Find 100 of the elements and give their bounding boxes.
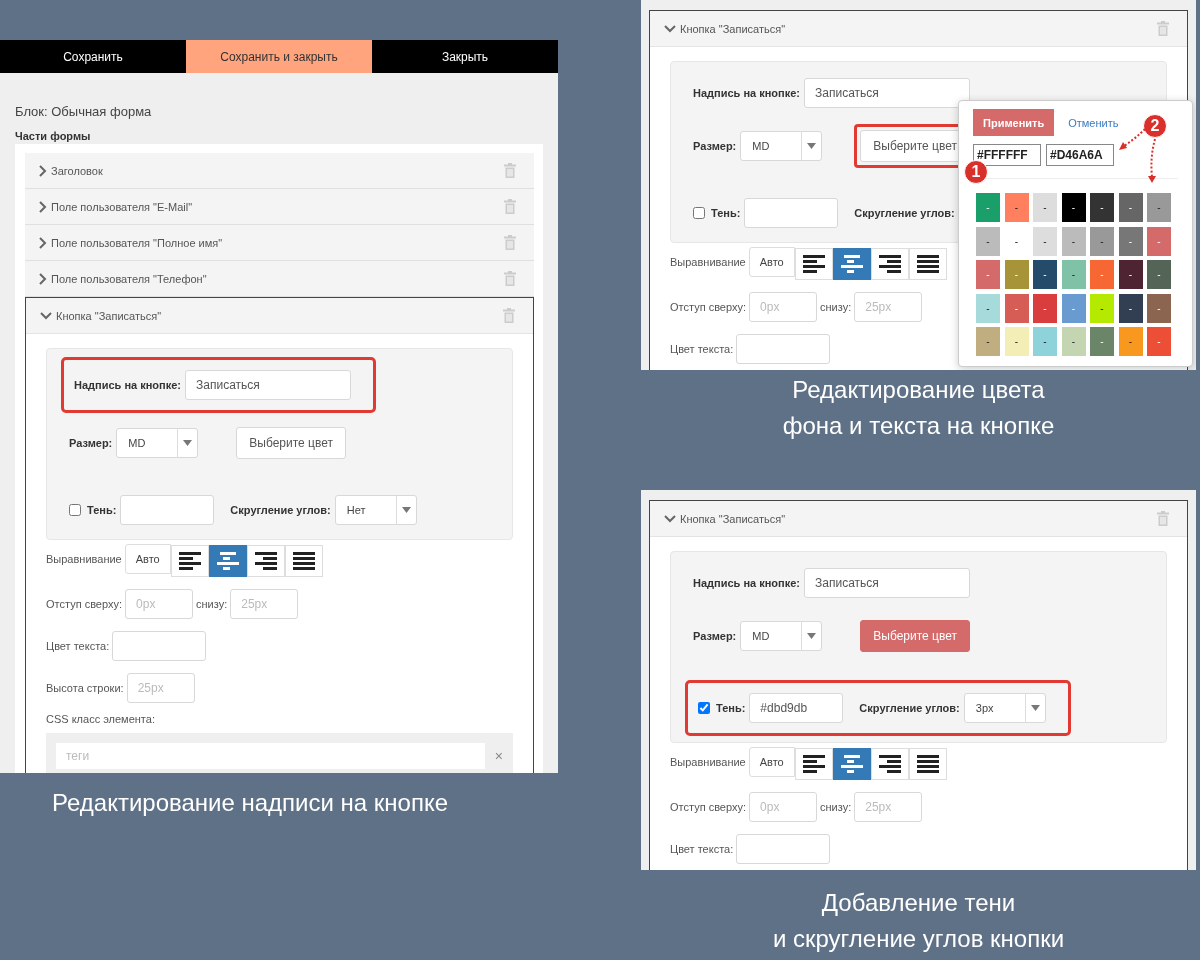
top-margin-field[interactable]: 0px	[749, 292, 818, 322]
align-justify-button[interactable]	[284, 545, 323, 577]
text-color-field[interactable]	[112, 631, 207, 661]
align-left-icon[interactable]	[802, 255, 825, 273]
color-swatch[interactable]: -	[976, 226, 1000, 256]
shadow-field[interactable]	[120, 495, 215, 525]
align-center-button[interactable]	[832, 248, 871, 280]
corner-radius-select[interactable]: Нет	[334, 495, 417, 525]
align-center-icon[interactable]	[216, 552, 239, 570]
field-label: Тень:	[711, 207, 741, 219]
color-swatch[interactable]: -	[1061, 226, 1086, 256]
section-title: Поле пользователя "Полное имя"	[51, 236, 224, 249]
color-swatch[interactable]: -	[1004, 293, 1029, 323]
tags-field[interactable]: теги	[56, 743, 485, 769]
section-title: Кнопка "Записаться"	[56, 309, 163, 322]
align-right-icon[interactable]	[878, 255, 901, 273]
chevron-right-icon	[39, 164, 47, 177]
align-right-icon[interactable]	[254, 552, 277, 570]
color-swatch[interactable]: -	[1033, 193, 1057, 222]
color-swatch[interactable]: -	[1147, 193, 1171, 222]
align-justify-icon[interactable]	[292, 552, 315, 570]
size-select[interactable]: MD	[740, 621, 823, 651]
color-swatch[interactable]: -	[1118, 226, 1143, 256]
button-text-field[interactable]: Записаться	[185, 370, 351, 400]
color-swatch[interactable]: -	[1090, 193, 1114, 222]
shadow-checkbox[interactable]	[69, 504, 81, 516]
bottom-margin-field[interactable]: 25px	[230, 589, 299, 619]
button-text-field[interactable]: Записаться	[804, 78, 970, 108]
color-swatch[interactable]: -	[1147, 260, 1171, 289]
auto-align-button[interactable]: Авто	[748, 247, 795, 277]
bottom-margin-field[interactable]: 25px	[854, 292, 923, 322]
color-swatch[interactable]: -	[1118, 193, 1143, 222]
align-center-button[interactable]	[208, 545, 247, 577]
accordion-header[interactable]: Кнопка "Записаться"	[650, 501, 1187, 537]
color-swatch[interactable]: -	[1061, 327, 1086, 356]
color-swatch[interactable]: -	[1090, 327, 1114, 356]
bottom-margin-field[interactable]: 25px	[854, 792, 923, 822]
color-swatch[interactable]: -	[976, 293, 1000, 323]
shadow-field[interactable]	[744, 198, 839, 228]
align-center-icon[interactable]	[840, 255, 863, 273]
text-color-field[interactable]	[736, 334, 831, 364]
color-swatch[interactable]: -	[1004, 193, 1029, 222]
choose-color-button[interactable]: Выберите цвет	[236, 427, 346, 459]
color-swatch[interactable]: -	[1033, 293, 1057, 323]
text-color-field[interactable]	[736, 834, 831, 864]
field-label: снизу:	[820, 301, 852, 313]
top-margin-field[interactable]: 0px	[749, 792, 818, 822]
color-swatch[interactable]: -	[1118, 293, 1143, 323]
align-center-button[interactable]	[832, 748, 871, 780]
field-label: Отступ сверху:	[670, 301, 747, 313]
shadow-checkbox[interactable]	[693, 207, 705, 219]
cancel-link[interactable]: Отменить	[1068, 116, 1119, 129]
color-swatch[interactable]: -	[1118, 327, 1143, 356]
color-swatch[interactable]: -	[1090, 226, 1114, 256]
field-label: Выравнивание	[670, 756, 746, 768]
hex-color-field[interactable]: #FFFFFF	[973, 144, 1041, 166]
align-right-icon[interactable]	[878, 755, 901, 773]
chevron-right-icon	[39, 236, 47, 249]
line-height-field[interactable]: 25px	[126, 673, 195, 703]
size-select[interactable]: MD	[740, 131, 823, 161]
color-swatch[interactable]: -	[1061, 260, 1086, 289]
field-label: Надпись на кнопке:	[693, 87, 800, 99]
size-select[interactable]: MD	[116, 428, 199, 458]
auto-align-button[interactable]: Авто	[124, 544, 171, 574]
align-right-button[interactable]	[246, 545, 285, 577]
shadow-checkbox[interactable]	[698, 702, 710, 714]
color-swatch[interactable]: -	[1118, 260, 1143, 289]
color-swatch[interactable]: -	[1004, 327, 1029, 356]
align-right-button[interactable]	[870, 248, 909, 280]
field-label: снизу:	[196, 598, 228, 610]
color-swatch[interactable]: -	[976, 327, 1000, 356]
align-left-icon[interactable]	[802, 755, 825, 773]
color-swatch[interactable]: -	[1061, 193, 1086, 222]
corner-radius-select[interactable]: 3px	[963, 693, 1046, 723]
align-left-button[interactable]	[794, 748, 833, 780]
color-swatch[interactable]: -	[1033, 260, 1057, 289]
align-justify-icon[interactable]	[916, 755, 939, 773]
align-justify-button[interactable]	[908, 748, 947, 780]
color-swatch[interactable]: -	[1033, 327, 1057, 356]
auto-align-button[interactable]: Авто	[748, 747, 795, 777]
color-swatch[interactable]: -	[1090, 293, 1114, 323]
color-swatch[interactable]: -	[1147, 327, 1171, 356]
top-margin-field[interactable]: 0px	[125, 589, 194, 619]
accordion-header[interactable]: Кнопка "Записаться"	[26, 298, 533, 334]
toolbar-button[interactable]: Сохранить и закрыть	[186, 40, 372, 73]
align-justify-icon[interactable]	[916, 255, 939, 273]
section-title: Кнопка "Записаться"	[680, 22, 787, 35]
align-left-button[interactable]	[170, 545, 209, 577]
field-label: Цвет текста:	[670, 343, 734, 355]
align-center-icon[interactable]	[840, 755, 863, 773]
align-right-button[interactable]	[870, 748, 909, 780]
color-swatch[interactable]: -	[1033, 226, 1057, 256]
button-text-field[interactable]: Записаться	[804, 568, 970, 598]
align-justify-button[interactable]	[908, 248, 947, 280]
color-swatch[interactable]: -	[1147, 293, 1171, 323]
shadow-field[interactable]: #dbd9db	[749, 693, 844, 723]
accordion-header[interactable]: Кнопка "Записаться"	[650, 11, 1187, 47]
align-left-button[interactable]	[794, 248, 833, 280]
hex-color-field[interactable]: #D46A6A	[1046, 144, 1114, 166]
align-left-icon[interactable]	[178, 552, 201, 570]
